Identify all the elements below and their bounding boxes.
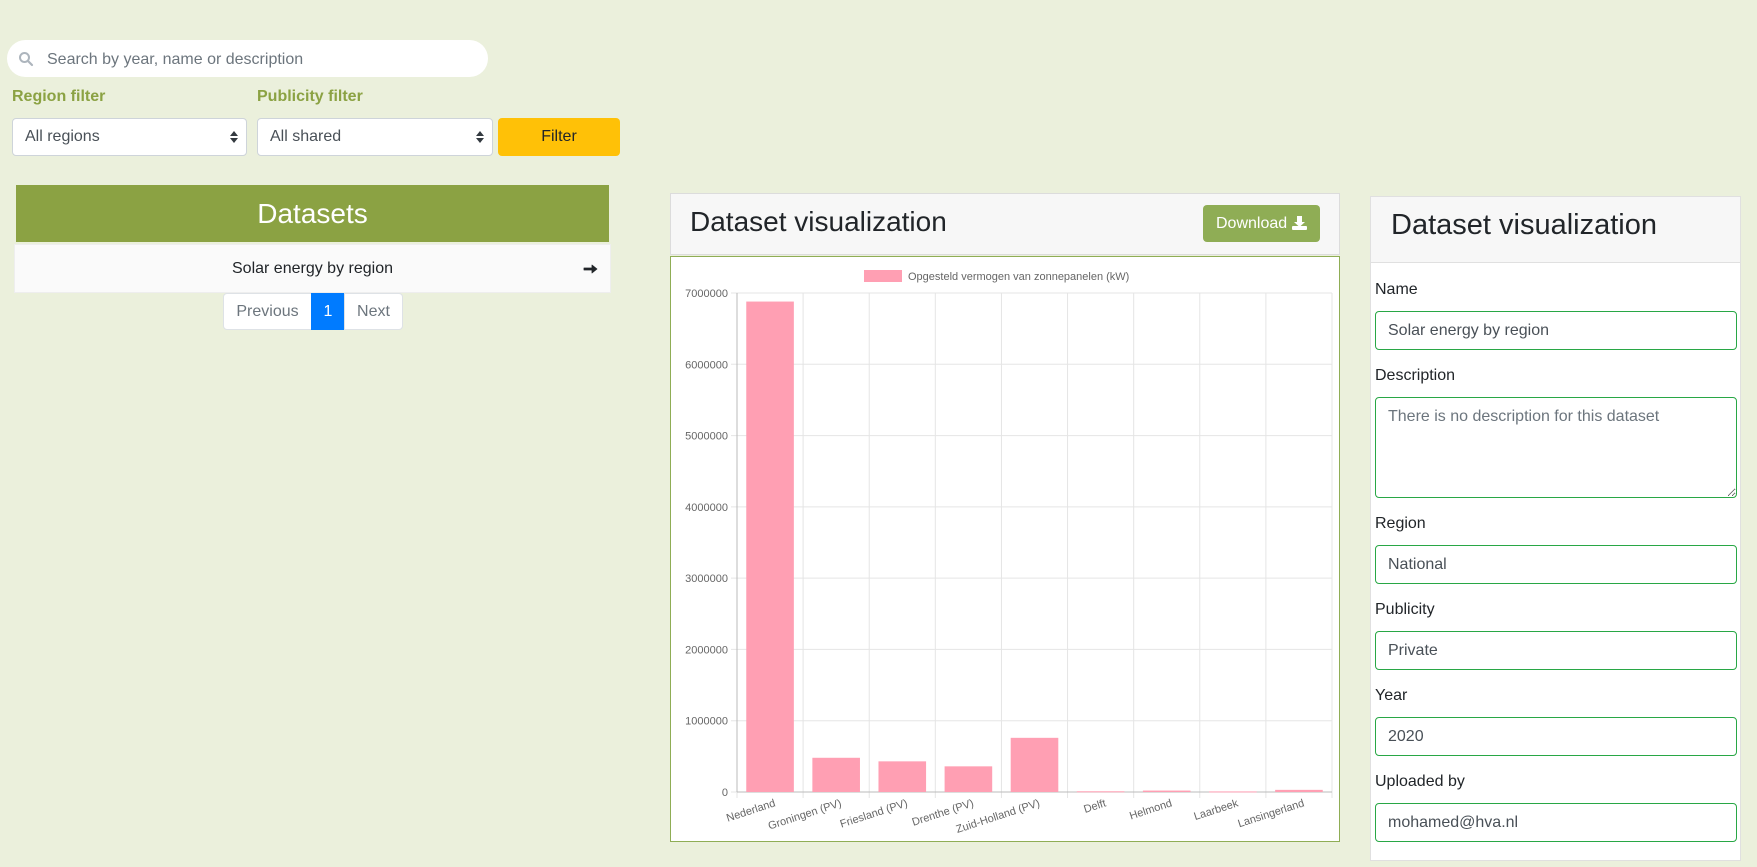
legend-label: Opgesteld vermogen van zonnepanelen (kW): [908, 271, 1129, 283]
x-tick-label: Friesland (PV): [839, 797, 910, 830]
year-label: Year: [1375, 687, 1408, 704]
chart-bar: [812, 757, 860, 792]
previous-page-button[interactable]: Previous: [223, 293, 312, 330]
datasets-title: Datasets: [16, 185, 609, 242]
search-input[interactable]: [45, 40, 479, 79]
year-field[interactable]: [1375, 717, 1737, 756]
visualization-title: Dataset visualization: [690, 206, 947, 237]
details-header: Dataset visualization: [1371, 197, 1740, 263]
y-tick-label: 5000000: [685, 431, 728, 443]
x-tick-label: Delft: [1082, 797, 1107, 815]
caret-updown-icon: [476, 131, 484, 143]
y-tick-label: 6000000: [685, 359, 728, 371]
download-icon: [1292, 216, 1307, 230]
chart-bar: [1142, 790, 1191, 792]
pagination: Previous 1 Next: [223, 293, 403, 330]
legend-swatch: [864, 270, 902, 282]
chart-bar: [1076, 791, 1125, 793]
chart-bar: [878, 761, 927, 792]
chart-container: 0 1000000 2000000 3000000 4000000 5000000 6000…: [670, 256, 1340, 842]
download-label: Download: [1216, 215, 1288, 232]
uploaded-by-label: Uploaded by: [1375, 773, 1465, 790]
publicity-filter-select[interactable]: All shared: [257, 118, 493, 156]
dataset-item-label: Solar energy by region: [232, 260, 393, 277]
x-tick-label: Groningen (PV): [767, 797, 843, 832]
download-button[interactable]: Download: [1203, 205, 1320, 242]
description-field[interactable]: [1375, 397, 1737, 498]
name-field[interactable]: [1375, 311, 1737, 350]
region-label: Region: [1375, 515, 1426, 532]
y-tick-label: 2000000: [685, 644, 728, 656]
page-1-button[interactable]: 1: [311, 293, 345, 330]
region-filter-value: All regions: [25, 128, 100, 145]
details-title: Dataset visualization: [1391, 209, 1657, 241]
arrow-right-icon: [583, 264, 598, 274]
chart-bar: [944, 766, 993, 792]
y-tick-label: 1000000: [685, 716, 728, 728]
region-field[interactable]: [1375, 545, 1737, 584]
y-tick-label: 3000000: [685, 573, 728, 585]
description-label: Description: [1375, 367, 1456, 384]
name-label: Name: [1375, 281, 1418, 298]
search-icon: [19, 52, 34, 67]
region-filter-label: Region filter: [12, 88, 106, 105]
filter-button[interactable]: Filter: [498, 118, 620, 156]
dataset-details-card: Dataset visualization Name Description R…: [1370, 196, 1741, 861]
uploaded-by-field[interactable]: [1375, 803, 1737, 842]
y-tick-label: 7000000: [685, 288, 728, 300]
y-tick-label: 4000000: [685, 502, 728, 514]
x-tick-label: Laarbeek: [1192, 797, 1240, 823]
list-item[interactable]: Solar energy by region: [14, 244, 611, 293]
chart-bar: [746, 301, 794, 792]
chart-bar: [1209, 791, 1257, 793]
chart-bar: [1010, 737, 1059, 792]
publicity-field[interactable]: [1375, 631, 1737, 670]
region-filter-select[interactable]: All regions: [12, 118, 247, 156]
y-tick-label: 0: [722, 787, 728, 799]
x-tick-label: Lansingerland: [1236, 797, 1305, 830]
publicity-filter-value: All shared: [270, 128, 342, 145]
x-tick-label: Helmond: [1128, 797, 1174, 822]
visualization-header: Dataset visualization Download: [670, 193, 1340, 255]
publicity-filter-label: Publicity filter: [257, 88, 363, 105]
next-page-button[interactable]: Next: [344, 293, 403, 330]
chart-bar: [1275, 789, 1323, 792]
search-bar[interactable]: [7, 40, 488, 79]
bar-chart: 0 1000000 2000000 3000000 4000000 5000000 6000…: [685, 270, 1333, 836]
caret-updown-icon: [230, 131, 238, 143]
publicity-label: Publicity: [1375, 601, 1435, 618]
